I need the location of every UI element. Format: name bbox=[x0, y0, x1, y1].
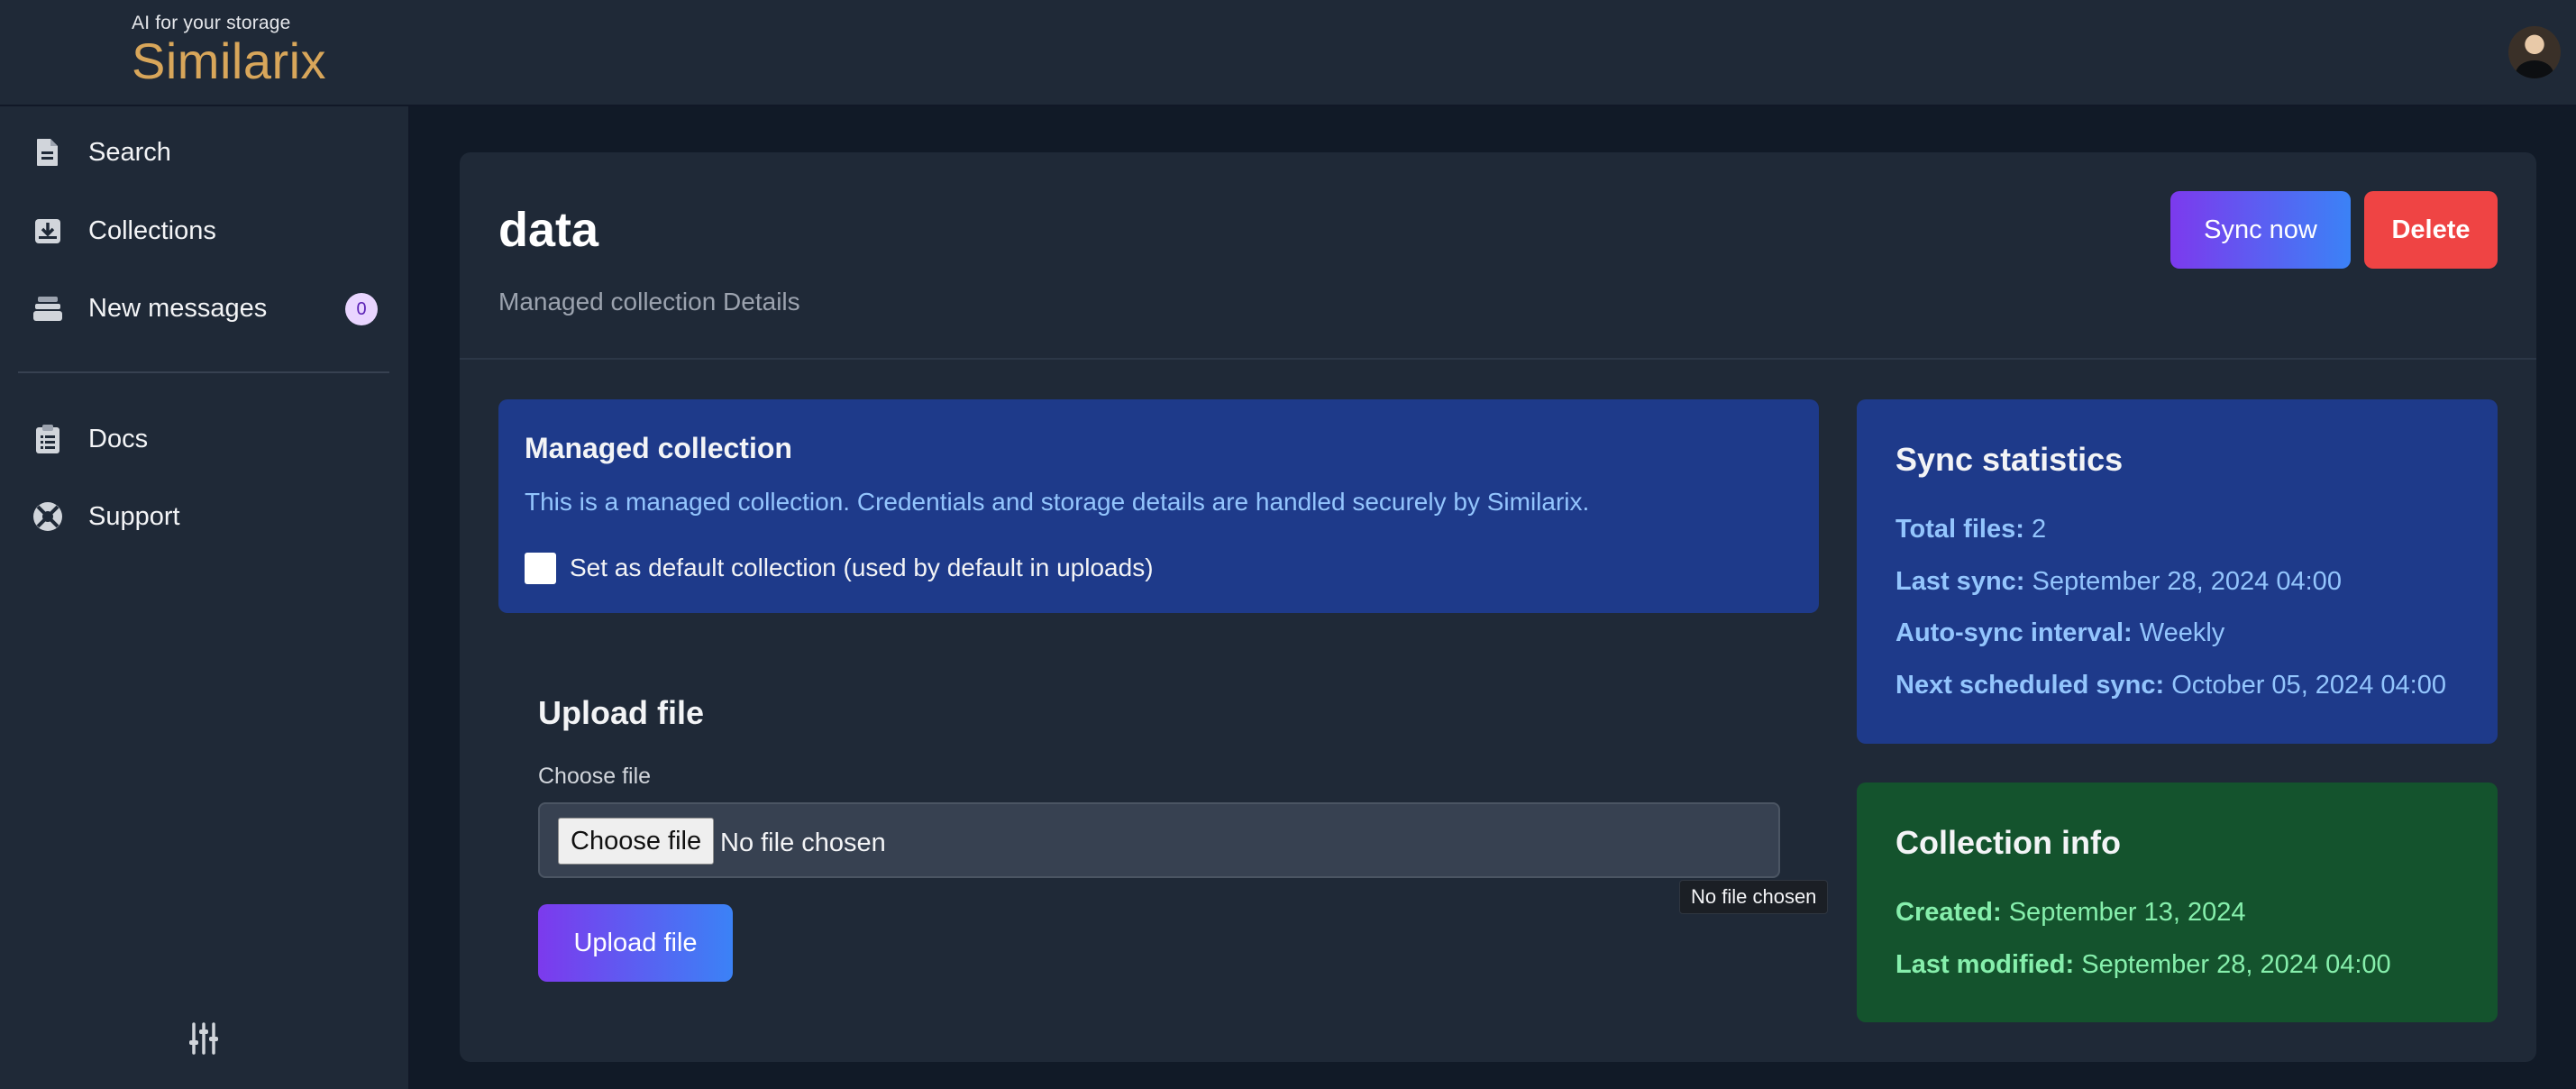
managed-collection-panel: Managed collection This is a managed col… bbox=[498, 399, 1819, 613]
upload-title: Upload file bbox=[538, 694, 705, 731]
sliders-icon[interactable] bbox=[187, 1021, 221, 1056]
sidebar-item-label: Support bbox=[88, 501, 180, 531]
avatar[interactable] bbox=[2508, 26, 2561, 78]
sidebar-item-label: Docs bbox=[88, 424, 149, 453]
sidebar-item-search[interactable]: Search bbox=[0, 121, 410, 184]
default-collection-checkbox[interactable] bbox=[525, 553, 556, 584]
choose-file-button[interactable]: Choose file bbox=[558, 818, 715, 865]
card-header: data Managed collection Details Sync now… bbox=[460, 152, 2536, 360]
stat-row: Last sync: September 28, 2024 04:00 bbox=[1895, 567, 2342, 596]
file-tooltip: No file chosen bbox=[1679, 880, 1829, 914]
collection-info-panel: Collection info Created: September 13, 2… bbox=[1857, 782, 2498, 1022]
sync-now-button[interactable]: Sync now bbox=[2170, 191, 2351, 269]
stack-icon bbox=[32, 293, 63, 324]
page-subtitle: Managed collection Details bbox=[498, 288, 800, 316]
file-status: No file chosen bbox=[720, 828, 886, 857]
info-row: Last modified: September 28, 2024 04:00 bbox=[1895, 950, 2391, 979]
logo-tagline: AI for your storage bbox=[132, 13, 291, 33]
sidebar-item-label: Collections bbox=[88, 215, 216, 245]
message-count-badge: 0 bbox=[345, 293, 378, 325]
upload-file-button[interactable]: Upload file bbox=[538, 904, 733, 982]
collection-card: data Managed collection Details Sync now… bbox=[460, 152, 2536, 1062]
managed-title: Managed collection bbox=[525, 432, 792, 464]
managed-description: This is a managed collection. Credential… bbox=[525, 488, 1590, 516]
sidebar-item-label: Search bbox=[88, 137, 171, 167]
sync-statistics-title: Sync statistics bbox=[1895, 441, 2124, 478]
page-title: data bbox=[498, 203, 599, 257]
lifebuoy-icon bbox=[32, 501, 63, 532]
file-input[interactable]: Choose file No file chosen bbox=[538, 802, 1780, 878]
logo-name: Similarix bbox=[132, 32, 327, 89]
choose-file-label: Choose file bbox=[538, 764, 652, 789]
sync-statistics-panel: Sync statistics Total files: 2 Last sync… bbox=[1857, 399, 2498, 744]
delete-button[interactable]: Delete bbox=[2364, 191, 2498, 269]
info-row: Created: September 13, 2024 bbox=[1895, 898, 2246, 927]
logo[interactable]: AI for your storage Similarix bbox=[132, 13, 326, 87]
sidebar: Search Collections New messages 0 Docs S… bbox=[0, 106, 410, 1089]
default-collection-label[interactable]: Set as default collection (used by defau… bbox=[570, 554, 1154, 582]
inbox-download-icon bbox=[32, 215, 63, 246]
top-bar: AI for your storage Similarix bbox=[0, 0, 2576, 106]
sidebar-item-collections[interactable]: Collections bbox=[0, 199, 410, 262]
clipboard-icon bbox=[32, 424, 63, 454]
document-icon bbox=[32, 137, 63, 168]
stat-row: Next scheduled sync: October 05, 2024 04… bbox=[1895, 671, 2446, 700]
sidebar-item-new-messages[interactable]: New messages 0 bbox=[0, 277, 410, 340]
sidebar-item-docs[interactable]: Docs bbox=[0, 407, 410, 471]
collection-info-title: Collection info bbox=[1895, 824, 2121, 861]
sidebar-divider bbox=[18, 371, 389, 373]
stat-row: Auto-sync interval: Weekly bbox=[1895, 618, 2225, 647]
sidebar-item-label: New messages bbox=[88, 293, 268, 323]
stat-row: Total files: 2 bbox=[1895, 515, 2047, 544]
sidebar-item-support[interactable]: Support bbox=[0, 485, 410, 548]
